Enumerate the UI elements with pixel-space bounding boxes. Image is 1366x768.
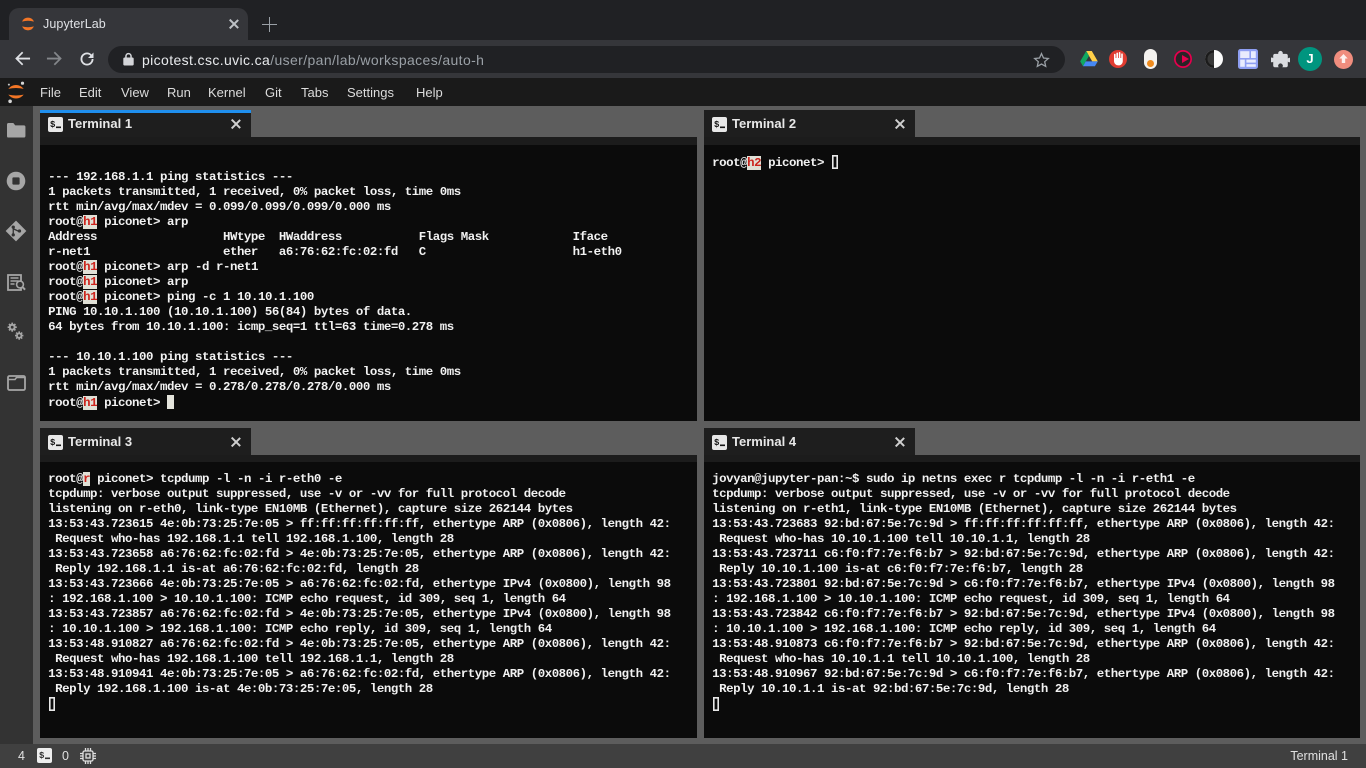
svg-text:$: $ — [714, 438, 720, 448]
svg-text:$: $ — [50, 120, 56, 130]
svg-text:$: $ — [50, 438, 56, 448]
svg-text:$: $ — [39, 751, 45, 761]
svg-text:$: $ — [714, 120, 720, 130]
